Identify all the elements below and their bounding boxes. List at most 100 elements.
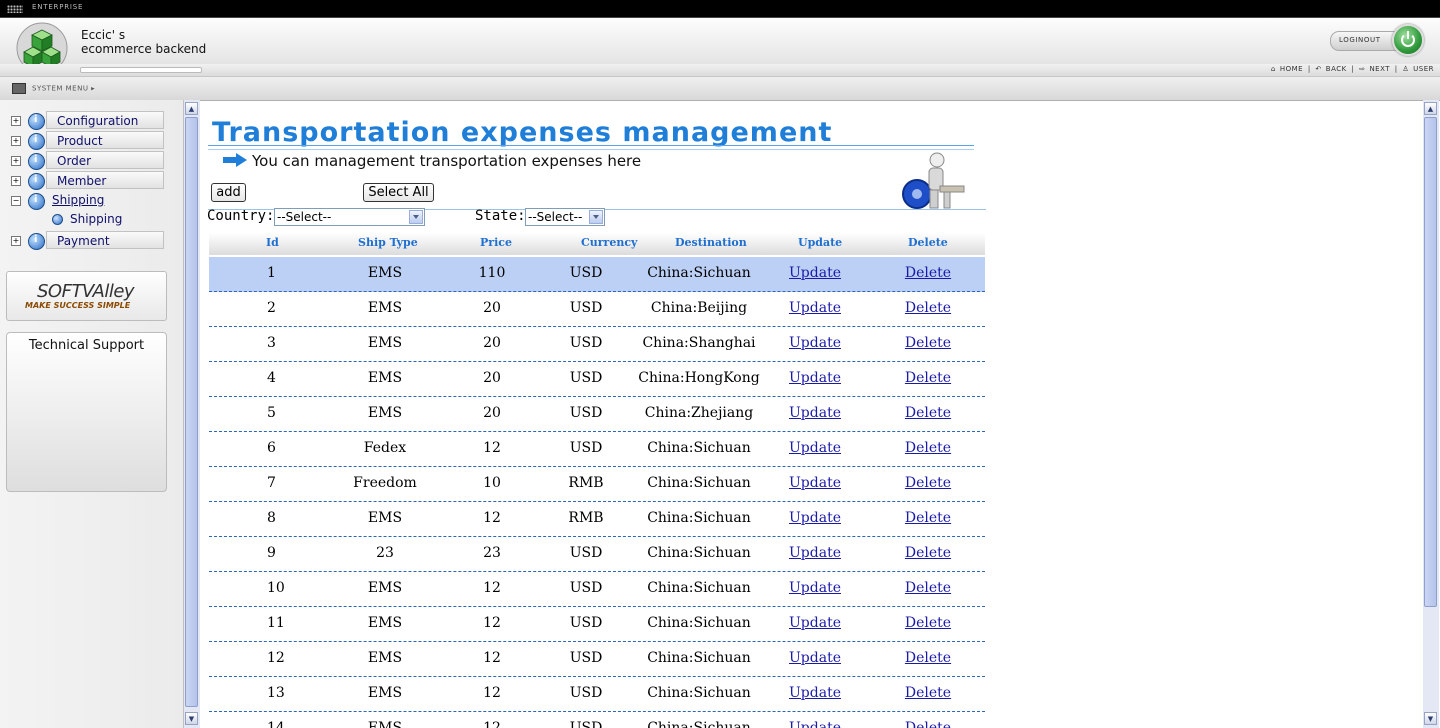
scroll-thumb[interactable] [1424, 117, 1437, 607]
sidebar-item-label[interactable]: Order [46, 151, 164, 169]
table-row[interactable]: 9 23 23 USD China:Sichuan Update Delete [209, 537, 985, 572]
delete-link[interactable]: Delete [905, 335, 951, 351]
update-link[interactable]: Update [789, 685, 841, 701]
sidebar-item-order[interactable]: + Order [8, 151, 168, 170]
column-header-ship-type[interactable]: Ship Type [358, 236, 418, 249]
delete-link[interactable]: Delete [905, 265, 951, 281]
table-row[interactable]: 13 EMS 12 USD China:Sichuan Update Delete [209, 677, 985, 712]
softvalley-banner[interactable]: SOFTVAlley MAKE SUCCESS SIMPLE [6, 271, 167, 321]
column-header-price[interactable]: Price [480, 236, 512, 249]
delete-link[interactable]: Delete [905, 615, 951, 631]
delete-link[interactable]: Delete [905, 370, 951, 386]
table-row[interactable]: 1 EMS 110 USD China:Sichuan Update Delete [209, 257, 985, 292]
chevron-down-icon[interactable] [409, 210, 423, 224]
column-header-currency[interactable]: Currency [581, 236, 637, 249]
system-menu-label[interactable]: SYSTEM MENU ▸ [32, 85, 95, 93]
update-link[interactable]: Update [789, 615, 841, 631]
update-link[interactable]: Update [789, 440, 841, 456]
content-right-scrollbar[interactable]: ▲ ▼ [1423, 100, 1439, 728]
sidebar-item-label[interactable]: Payment [46, 231, 164, 249]
table-row[interactable]: 14 EMS 12 USD China:Sichuan Update Delete [209, 712, 985, 728]
table-row[interactable]: 3 EMS 20 USD China:Shanghai Update Delete [209, 327, 985, 362]
delete-link[interactable]: Delete [905, 405, 951, 421]
table-row[interactable]: 12 EMS 12 USD China:Sichuan Update Delete [209, 642, 985, 677]
scroll-thumb[interactable] [185, 117, 198, 707]
sidebar-item-product[interactable]: + Product [8, 131, 168, 150]
home-icon[interactable]: ⌂ [1271, 65, 1276, 73]
sidebar-item-label[interactable]: Shipping [46, 191, 164, 209]
sidebar-subitem-label[interactable]: Shipping [70, 212, 122, 226]
table-row[interactable]: 8 EMS 12 RMB China:Sichuan Update Delete [209, 502, 985, 537]
select-all-button[interactable]: Select All [363, 183, 434, 202]
delete-link[interactable]: Delete [905, 685, 951, 701]
update-link[interactable]: Update [789, 370, 841, 386]
user-icon[interactable]: ♙ [1402, 65, 1409, 73]
expand-toggle[interactable]: + [11, 236, 21, 246]
logout-label[interactable]: LOGINOUT [1339, 36, 1381, 44]
state-select-value[interactable]: --Select-- [528, 210, 582, 224]
update-link[interactable]: Update [789, 545, 841, 561]
logout-button[interactable]: LOGINOUT [1330, 24, 1430, 56]
grid-icon[interactable] [7, 5, 23, 13]
delete-link[interactable]: Delete [905, 440, 951, 456]
sidebar-item-payment[interactable]: + Payment [8, 231, 168, 250]
delete-link[interactable]: Delete [905, 580, 951, 596]
delete-link[interactable]: Delete [905, 475, 951, 491]
expand-toggle[interactable]: + [11, 176, 21, 186]
expand-toggle[interactable]: + [11, 156, 21, 166]
update-link[interactable]: Update [789, 650, 841, 666]
power-icon[interactable] [1392, 24, 1424, 56]
expand-toggle[interactable]: + [11, 116, 21, 126]
sidebar-item-label[interactable]: Configuration [46, 111, 164, 129]
table-row[interactable]: 6 Fedex 12 USD China:Sichuan Update Delete [209, 432, 985, 467]
scroll-down-button[interactable]: ▼ [1424, 712, 1437, 725]
header-slider[interactable] [80, 67, 202, 73]
update-link[interactable]: Update [789, 265, 841, 281]
expand-toggle[interactable]: + [11, 136, 21, 146]
sidebar-item-shipping[interactable]: − Shipping [8, 191, 168, 210]
country-select[interactable]: --Select-- [274, 208, 425, 226]
sidebar-item-configuration[interactable]: + Configuration [8, 111, 168, 130]
update-link[interactable]: Update [789, 335, 841, 351]
delete-link[interactable]: Delete [905, 510, 951, 526]
update-link[interactable]: Update [789, 405, 841, 421]
table-row[interactable]: 2 EMS 20 USD China:Beijing Update Delete [209, 292, 985, 327]
update-link[interactable]: Update [789, 510, 841, 526]
sidebar-item-member[interactable]: + Member [8, 171, 168, 190]
nav-home[interactable]: HOME [1280, 65, 1303, 73]
update-link[interactable]: Update [789, 580, 841, 596]
update-link[interactable]: Update [789, 720, 841, 728]
update-link[interactable]: Update [789, 300, 841, 316]
state-select[interactable]: --Select-- [525, 208, 605, 226]
content-left-scrollbar[interactable]: ▲ ▼ [184, 100, 200, 728]
delete-link[interactable]: Delete [905, 300, 951, 316]
chevron-down-icon[interactable] [589, 210, 603, 224]
column-header-id[interactable]: Id [266, 236, 279, 249]
sidebar-subitem-shipping[interactable]: Shipping [52, 212, 122, 226]
column-header-destination[interactable]: Destination [675, 236, 747, 249]
nav-user[interactable]: USER [1413, 65, 1434, 73]
table-row[interactable]: 10 EMS 12 USD China:Sichuan Update Delete [209, 572, 985, 607]
table-row[interactable]: 7 Freedom 10 RMB China:Sichuan Update Delete [209, 467, 985, 502]
scroll-down-button[interactable]: ▼ [185, 712, 198, 725]
table-row[interactable]: 4 EMS 20 USD China:HongKong Update Delete [209, 362, 985, 397]
sidebar-item-label[interactable]: Product [46, 131, 164, 149]
table-row[interactable]: 11 EMS 12 USD China:Sichuan Update Delete [209, 607, 985, 642]
table-row[interactable]: 5 EMS 20 USD China:Zhejiang Update Delete [209, 397, 985, 432]
country-select-value[interactable]: --Select-- [277, 210, 331, 224]
nav-back[interactable]: BACK [1326, 65, 1347, 73]
sidebar-item-label[interactable]: Member [46, 171, 164, 189]
update-link[interactable]: Update [789, 475, 841, 491]
scroll-up-button[interactable]: ▲ [1424, 102, 1437, 115]
nav-next[interactable]: NEXT [1369, 65, 1390, 73]
next-icon[interactable]: ⇨ [1359, 65, 1365, 73]
delete-link[interactable]: Delete [905, 545, 951, 561]
system-menu-toggle[interactable]: SYSTEM MENU ▸ [12, 83, 95, 94]
column-header-delete[interactable]: Delete [908, 236, 948, 249]
collapse-toggle[interactable]: − [11, 196, 21, 206]
scroll-up-button[interactable]: ▲ [185, 102, 198, 115]
column-header-update[interactable]: Update [798, 236, 842, 249]
delete-link[interactable]: Delete [905, 720, 951, 728]
delete-link[interactable]: Delete [905, 650, 951, 666]
add-button[interactable]: add [211, 183, 246, 202]
